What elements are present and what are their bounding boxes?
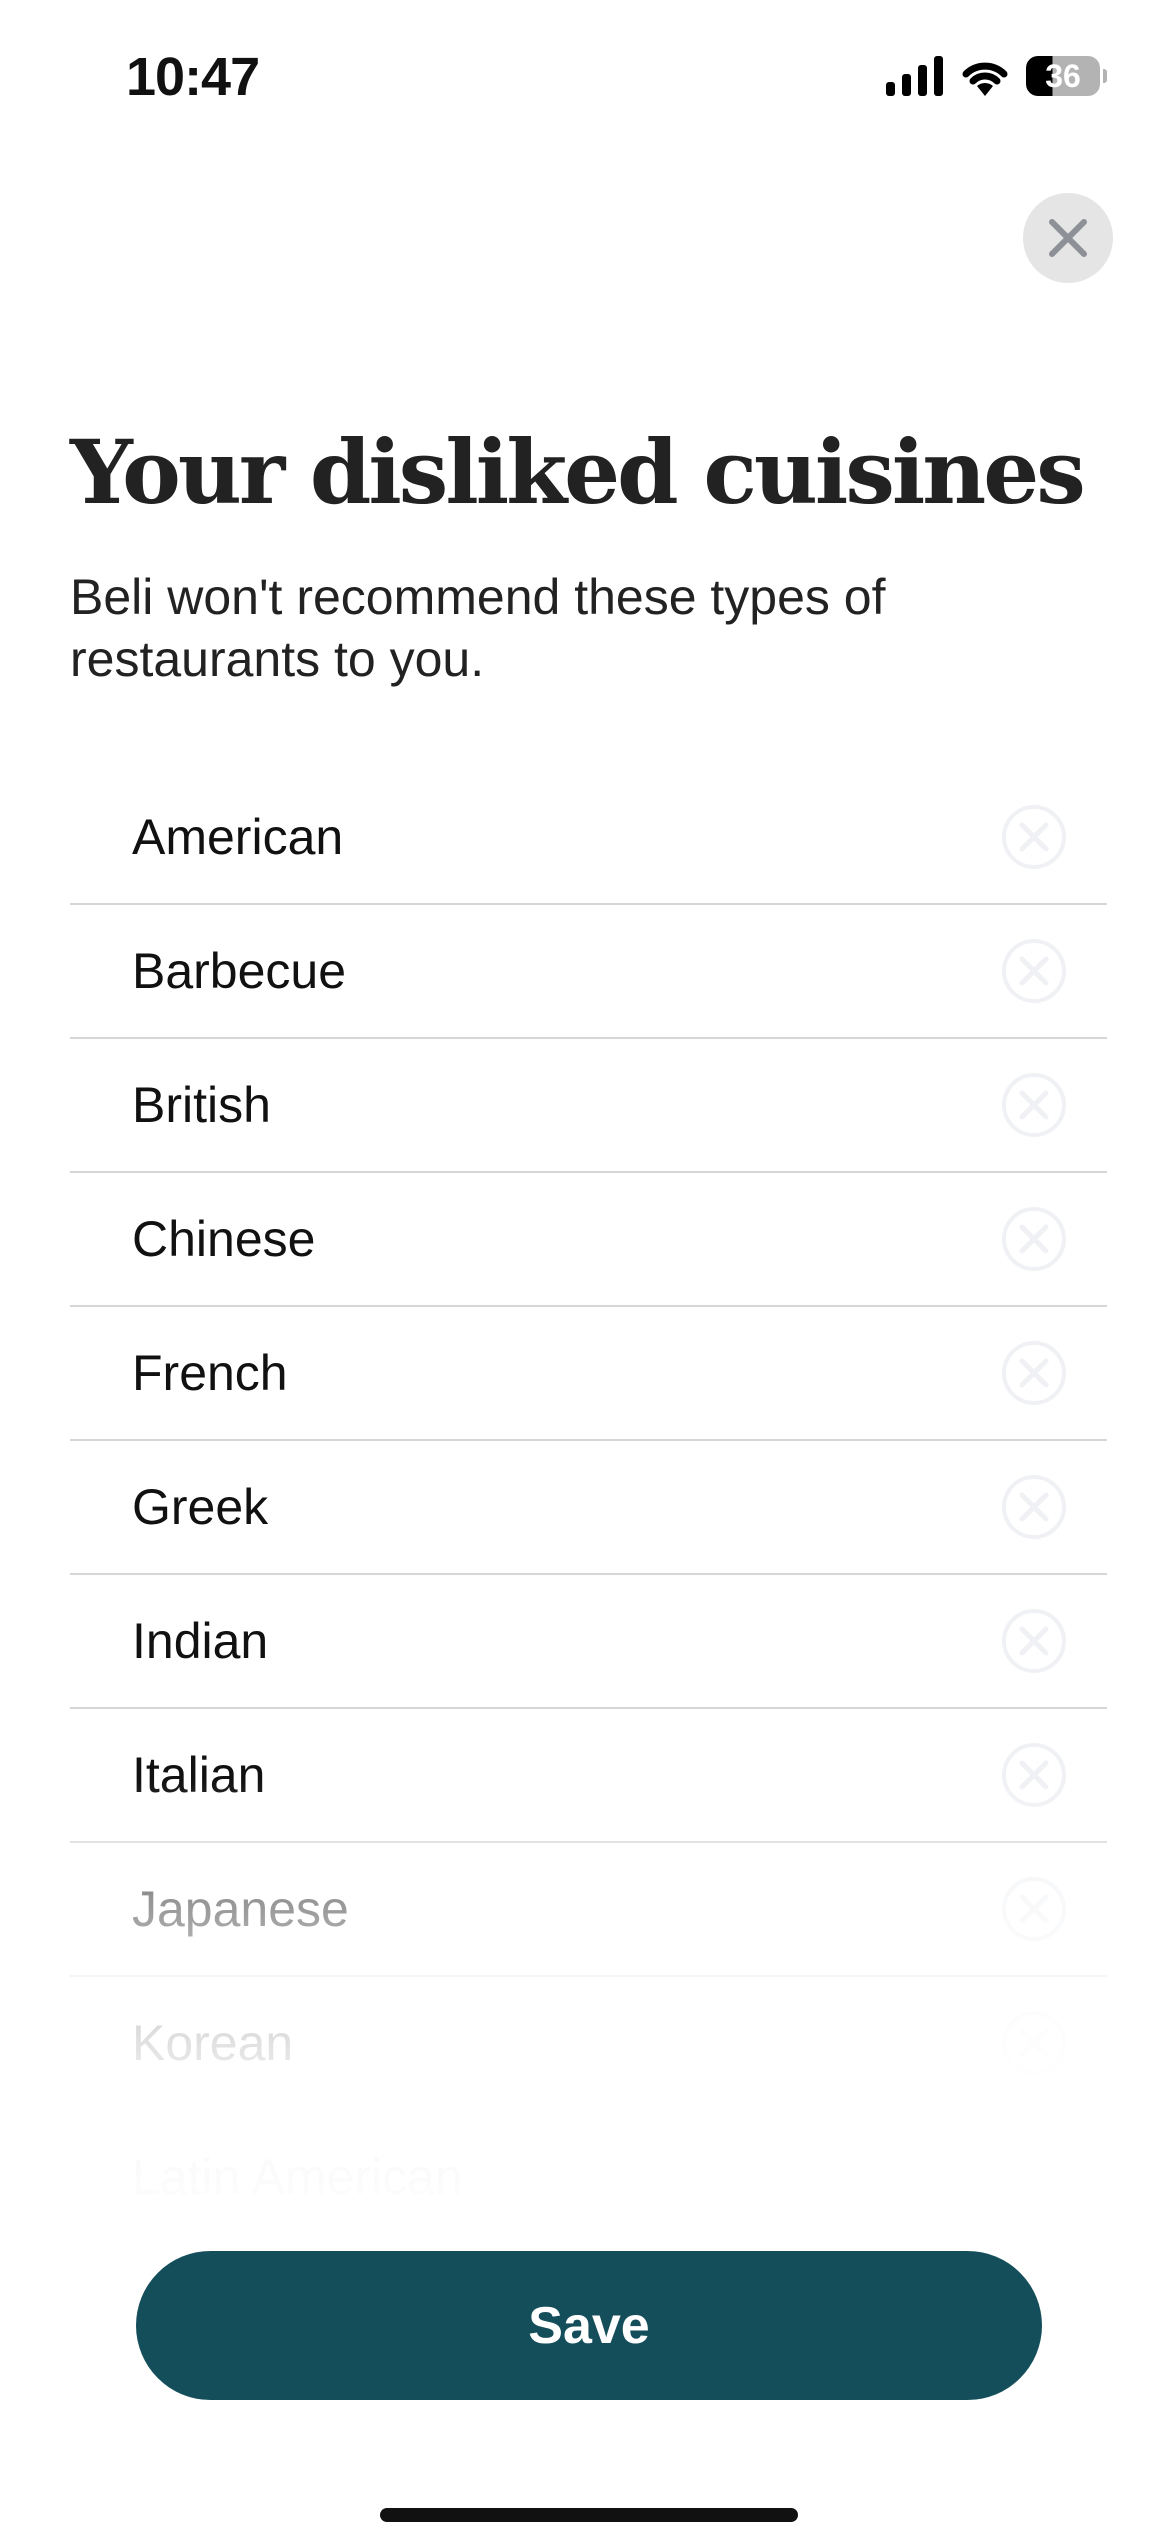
close-icon: [1049, 219, 1087, 257]
cuisine-label: Korean: [132, 2015, 294, 2071]
cuisine-row: Italian: [70, 1709, 1107, 1843]
remove-cuisine-icon[interactable]: [1001, 2144, 1067, 2210]
cuisine-row: Barbecue: [70, 905, 1107, 1039]
cuisine-row: Japanese: [70, 1843, 1107, 1977]
cuisine-label: American: [132, 809, 344, 865]
cuisine-row: American: [70, 771, 1107, 905]
status-time: 10:47: [126, 47, 260, 107]
cuisine-label: Indian: [132, 1613, 269, 1669]
cuisine-row: French: [70, 1307, 1107, 1441]
cuisine-row: British: [70, 1039, 1107, 1173]
remove-cuisine-icon[interactable]: [1001, 1474, 1067, 1540]
remove-cuisine-icon[interactable]: [1001, 804, 1067, 870]
cuisine-label: Italian: [132, 1747, 266, 1803]
cuisine-label: British: [132, 1077, 271, 1133]
cuisine-row: Chinese: [70, 1173, 1107, 1307]
close-button[interactable]: [1023, 193, 1113, 283]
cuisine-row: Latin American: [70, 2111, 1107, 2245]
cuisine-row: Indian: [70, 1575, 1107, 1709]
signal-icon: [886, 56, 943, 96]
remove-cuisine-icon[interactable]: [1001, 938, 1067, 1004]
remove-cuisine-icon[interactable]: [1001, 1742, 1067, 1808]
cuisine-label: French: [132, 1345, 288, 1401]
cuisine-row: Greek: [70, 1441, 1107, 1575]
wifi-icon: [962, 62, 1008, 96]
battery-icon: 36: [1026, 56, 1107, 96]
save-button[interactable]: Save: [136, 2251, 1042, 2400]
status-icons: 36: [886, 56, 1107, 96]
cuisine-row: Korean: [70, 1977, 1107, 2111]
cuisine-label: Barbecue: [132, 943, 347, 999]
cuisine-label: Japanese: [132, 1881, 349, 1937]
remove-cuisine-icon[interactable]: [1001, 1206, 1067, 1272]
cuisine-label: Latin American: [132, 2149, 463, 2205]
remove-cuisine-icon[interactable]: [1001, 1340, 1067, 1406]
cuisine-label: Greek: [132, 1479, 269, 1535]
remove-cuisine-icon[interactable]: [1001, 1876, 1067, 1942]
remove-cuisine-icon[interactable]: [1001, 1608, 1067, 1674]
cuisine-label: Chinese: [132, 1211, 316, 1267]
page-subtitle: Beli won't recommend these types of rest…: [70, 569, 886, 687]
cuisine-list: American Barbecue British Chinese French Gree…: [70, 771, 1107, 2245]
remove-cuisine-icon[interactable]: [1001, 1072, 1067, 1138]
home-indicator[interactable]: [380, 2508, 798, 2522]
remove-cuisine-icon[interactable]: [1001, 2010, 1067, 2076]
page-title: Your disliked cuisines: [70, 420, 1086, 524]
